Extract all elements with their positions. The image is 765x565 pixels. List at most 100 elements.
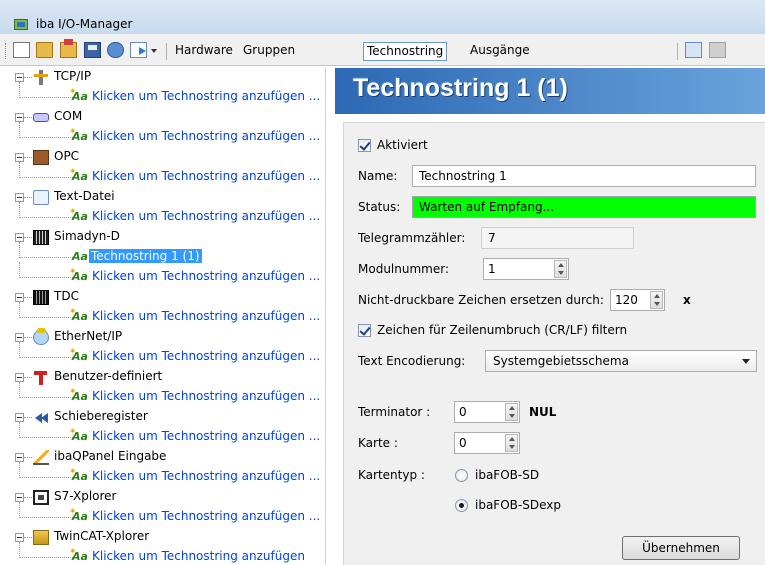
collapse-icon[interactable]	[15, 453, 24, 462]
telegramm-label: Telegrammzähler:	[358, 231, 466, 245]
new-file-icon[interactable]	[13, 42, 30, 58]
nicht-druckbar-stepper[interactable]: 120	[610, 289, 665, 311]
tree-child-item[interactable]: ✶ Aa Klicken um Technostring anzufügen ...	[14, 382, 324, 408]
collapse-icon[interactable]	[15, 533, 24, 542]
chevron-down-icon[interactable]	[742, 359, 750, 364]
collapse-icon[interactable]	[15, 193, 24, 202]
tree-child-item[interactable]: ✶ Aa Klicken um Technostring anzufügen ...	[14, 502, 324, 528]
collapse-icon[interactable]	[15, 373, 24, 382]
karte-stepper[interactable]: 0	[454, 432, 520, 454]
toolbar-technostring-button[interactable]: Technostring	[363, 42, 448, 61]
tree-child-item[interactable]: ✶ Aa Klicken um Technostring anzufügen ...	[14, 462, 324, 488]
tree-connector	[19, 137, 73, 138]
tree-connector	[24, 77, 32, 78]
tree-node[interactable]: Schieberegister	[14, 408, 324, 428]
tree-node[interactable]: COM	[14, 108, 324, 128]
main-toolbar: Hardware Gruppen Technostring Ausgänge	[0, 34, 765, 66]
window-titlebar: iba I/O-Manager	[0, 0, 765, 34]
tree-connector	[19, 257, 73, 258]
collapse-icon[interactable]	[15, 493, 24, 502]
collapse-icon[interactable]	[15, 333, 24, 342]
tree-node[interactable]: TDC	[14, 288, 324, 308]
technostring-form: Aktiviert Name: Technostring 1 Status: W…	[343, 122, 765, 565]
collapse-icon[interactable]	[15, 293, 24, 302]
modul-value: 1	[488, 262, 496, 276]
paste-icon[interactable]	[709, 42, 726, 58]
terminator-stepper[interactable]: 0	[454, 401, 520, 423]
technostring-icon: ✶ Aa	[69, 427, 88, 443]
tree-node[interactable]: Simadyn-D	[14, 228, 324, 248]
toolbar-ausgaenge-button[interactable]: Ausgänge	[467, 42, 533, 61]
tree-connector	[19, 82, 20, 98]
tree-node[interactable]: TCP/IP	[14, 68, 324, 88]
aktiviert-checkbox[interactable]	[358, 139, 371, 152]
technostring-icon: ✶ Aa	[69, 467, 88, 483]
technostring-icon: ✶ Aa	[69, 127, 88, 143]
tree-group: TCP/IP ✶ Aa Klicken um Technostring anzufüg…	[14, 68, 325, 108]
tree-node-label: Simadyn-D	[54, 229, 120, 243]
tree-connector	[19, 202, 20, 218]
kartentyp-radio-sdexp[interactable]	[455, 499, 468, 512]
tree-node-label: OPC	[54, 149, 80, 163]
technostring-icon: ✶ Aa	[69, 507, 88, 523]
tree-child-item[interactable]: ✶ Aa Klicken um Technostring anzufügen	[14, 542, 324, 565]
tree-child-item[interactable]: ✶ Aa Klicken um Technostring anzufügen ...	[14, 202, 324, 228]
toolbar-grip[interactable]	[5, 43, 8, 59]
tree-node-label: TDC	[54, 289, 79, 303]
telegramm-field: 7	[481, 227, 634, 249]
tree-child-label: Klicken um Technostring anzufügen ...	[92, 469, 321, 483]
technostring-icon: ✶ Aa	[69, 347, 88, 363]
copy-icon[interactable]	[685, 42, 702, 58]
tree-child-item[interactable]: ✶ Aa Klicken um Technostring anzufügen ...	[14, 82, 324, 108]
open-folder-icon[interactable]	[36, 42, 53, 58]
nicht-druckbar-spin-icon[interactable]	[650, 291, 663, 309]
toolbar-gruppen-button[interactable]: Gruppen	[240, 42, 298, 61]
modul-spin-icon[interactable]	[554, 260, 567, 278]
name-field[interactable]: Technostring 1	[412, 165, 756, 187]
tree-child-item[interactable]: ✶ Aa Klicken um Technostring anzufügen ...	[14, 342, 324, 368]
tree-child-item[interactable]: ✶ Aa Klicken um Technostring anzufügen ...	[14, 302, 324, 328]
tree-child-label: Klicken um Technostring anzufügen	[92, 549, 305, 563]
tree-node[interactable]: ibaQPanel Eingabe	[14, 448, 324, 468]
tree-node[interactable]: TwinCAT-Xplorer	[14, 528, 324, 548]
tree-child-item[interactable]: ✶ Aa Klicken um Technostring anzufügen ...	[14, 122, 324, 148]
simadyn-rack-icon	[33, 230, 49, 245]
tree-child-item[interactable]: ✶ Aa Klicken um Technostring anzufügen ...	[14, 262, 324, 288]
save-icon[interactable]	[84, 42, 101, 58]
terminator-spin-icon[interactable]	[505, 403, 518, 421]
tree-node-label: EtherNet/IP	[54, 329, 123, 343]
opc-icon	[33, 150, 49, 165]
modul-label: Modulnummer:	[358, 262, 449, 276]
kartentyp-radio-sd[interactable]	[455, 469, 468, 482]
toolbar-hardware-button[interactable]: Hardware	[172, 42, 236, 61]
tree-group: OPC ✶ Aa Klicken um Technostring anzufügen …	[14, 148, 325, 188]
tree-child-item[interactable]: ✶ Aa Klicken um Technostring anzufügen ...	[14, 422, 324, 448]
collapse-icon[interactable]	[15, 233, 24, 242]
nicht-druckbar-label: Nicht-druckbare Zeichen ersetzen durch:	[358, 293, 604, 307]
collapse-icon[interactable]	[15, 73, 24, 82]
tree-node[interactable]: OPC	[14, 148, 324, 168]
tree-child-item[interactable]: Aa Technostring 1 (1)	[14, 242, 324, 268]
modul-stepper[interactable]: 1	[483, 258, 569, 280]
qpanel-icon	[33, 450, 49, 465]
tree-connector	[19, 342, 20, 358]
collapse-icon[interactable]	[15, 153, 24, 162]
tree-node-label: COM	[54, 109, 83, 123]
tree-child-item[interactable]: ✶ Aa Klicken um Technostring anzufügen ...	[14, 162, 324, 188]
zeilenumbruch-checkbox[interactable]	[358, 324, 371, 337]
collapse-icon[interactable]	[15, 113, 24, 122]
export-dropdown-arrow-icon[interactable]	[151, 49, 157, 53]
open-recent-icon[interactable]	[60, 39, 77, 58]
tree-node[interactable]: Text-Datei	[14, 188, 324, 208]
karte-spin-icon[interactable]	[505, 434, 518, 452]
tree-group: EtherNet/IP ✶ Aa Klicken um Technostring an…	[14, 328, 325, 368]
collapse-icon[interactable]	[15, 413, 24, 422]
encoding-select[interactable]: Systemgebietsschema	[485, 350, 757, 372]
technostring-icon: ✶ Aa	[69, 167, 88, 183]
tree-node[interactable]: Benutzer-definiert	[14, 368, 324, 388]
export-icon[interactable]	[130, 42, 147, 58]
tree-node[interactable]: S7-Xplorer	[14, 488, 324, 508]
tree-node[interactable]: EtherNet/IP	[14, 328, 324, 348]
import-icon[interactable]	[107, 42, 124, 58]
apply-button[interactable]: Übernehmen	[622, 536, 740, 560]
